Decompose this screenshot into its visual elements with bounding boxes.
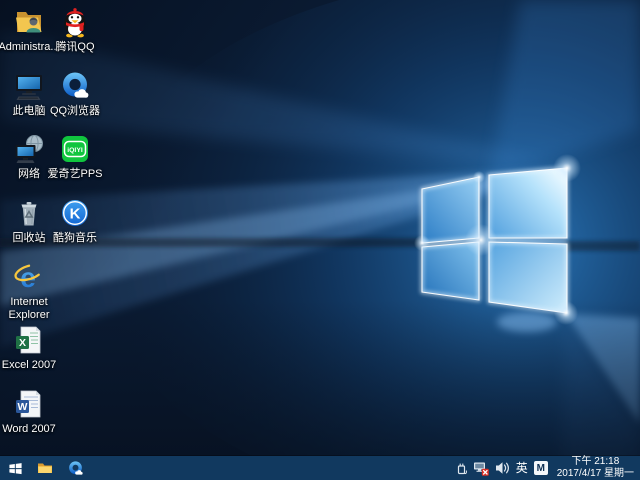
desktop-icon-label: Excel 2007: [1, 359, 57, 371]
taskbar: 英 M 下午 21:18 2017/4/17 星期一: [0, 456, 640, 480]
ime-mode-badge[interactable]: M: [533, 456, 548, 480]
desktop-icon-internet-explorer[interactable]: e Internet Explorer: [0, 261, 58, 322]
word-icon: W: [16, 390, 41, 418]
desktop-icon-label: 爱奇艺PPS: [47, 168, 103, 180]
safely-remove-hardware-icon[interactable]: [456, 456, 467, 480]
desktop-icon-tencent-qq[interactable]: 腾讯QQ: [46, 6, 104, 54]
clock-date: 2017/4/17 星期一: [556, 468, 634, 479]
desktop-icon-iqiyi-pps[interactable]: iQIYI 爱奇艺PPS: [46, 133, 104, 181]
qq-penguin-icon: [64, 8, 86, 38]
folder-icon: [38, 463, 52, 473]
taskbar-file-explorer-button[interactable]: [30, 456, 60, 480]
desktop-icon-kugou-music[interactable]: K 酷狗音乐: [46, 197, 104, 245]
volume-icon[interactable]: [495, 456, 510, 480]
svg-text:K: K: [70, 206, 81, 223]
network-disconnected-icon[interactable]: [473, 456, 489, 480]
desktop-icon-excel-2007[interactable]: X Excel 2007: [0, 324, 58, 372]
taskbar-left: [0, 456, 90, 480]
clock-time: 下午 21:18: [571, 456, 620, 467]
qq-browser-icon: [68, 460, 83, 475]
computer-monitor-icon: [16, 75, 42, 100]
taskbar-qq-browser-button[interactable]: [60, 456, 90, 480]
desktop-icon-label: 网络: [18, 168, 40, 180]
desktop-icon-label: Internet Explorer: [8, 296, 50, 321]
desktop-icon-word-2007[interactable]: W Word 2007: [0, 388, 58, 436]
desktop-icon-label: 酷狗音乐: [53, 232, 97, 244]
kugou-icon: K: [62, 200, 88, 226]
taskbar-clock[interactable]: 下午 21:18 2017/4/17 星期一: [554, 456, 637, 480]
recycle-bin-icon: [21, 202, 37, 226]
ime-language-indicator[interactable]: 英: [516, 456, 528, 480]
user-folder-icon: [16, 12, 42, 33]
desktop-icon-label: 回收站: [12, 232, 46, 244]
svg-text:iQIYI: iQIYI: [67, 147, 83, 154]
desktop-icon-qq-browser[interactable]: QQ浏览器: [46, 70, 104, 118]
desktop-icon-label: 腾讯QQ: [55, 41, 95, 53]
windows-logo-icon: [8, 462, 22, 474]
qq-browser-icon: [63, 72, 89, 98]
start-button[interactable]: [0, 456, 30, 480]
desktop-icon-label: Word 2007: [2, 423, 56, 435]
excel-icon: X: [16, 326, 41, 354]
system-tray: 英 M 下午 21:18 2017/4/17 星期一: [456, 456, 640, 480]
desktop-icon-label: 此电脑: [12, 105, 46, 117]
svg-text:W: W: [18, 401, 28, 413]
iqiyi-icon: iQIYI: [62, 136, 88, 162]
internet-explorer-icon: e: [14, 262, 44, 293]
ime-mode-letter: M: [533, 461, 548, 475]
desktop-icon-label: QQ浏览器: [49, 105, 101, 117]
svg-text:X: X: [19, 337, 26, 349]
network-globe-icon: [15, 135, 43, 163]
